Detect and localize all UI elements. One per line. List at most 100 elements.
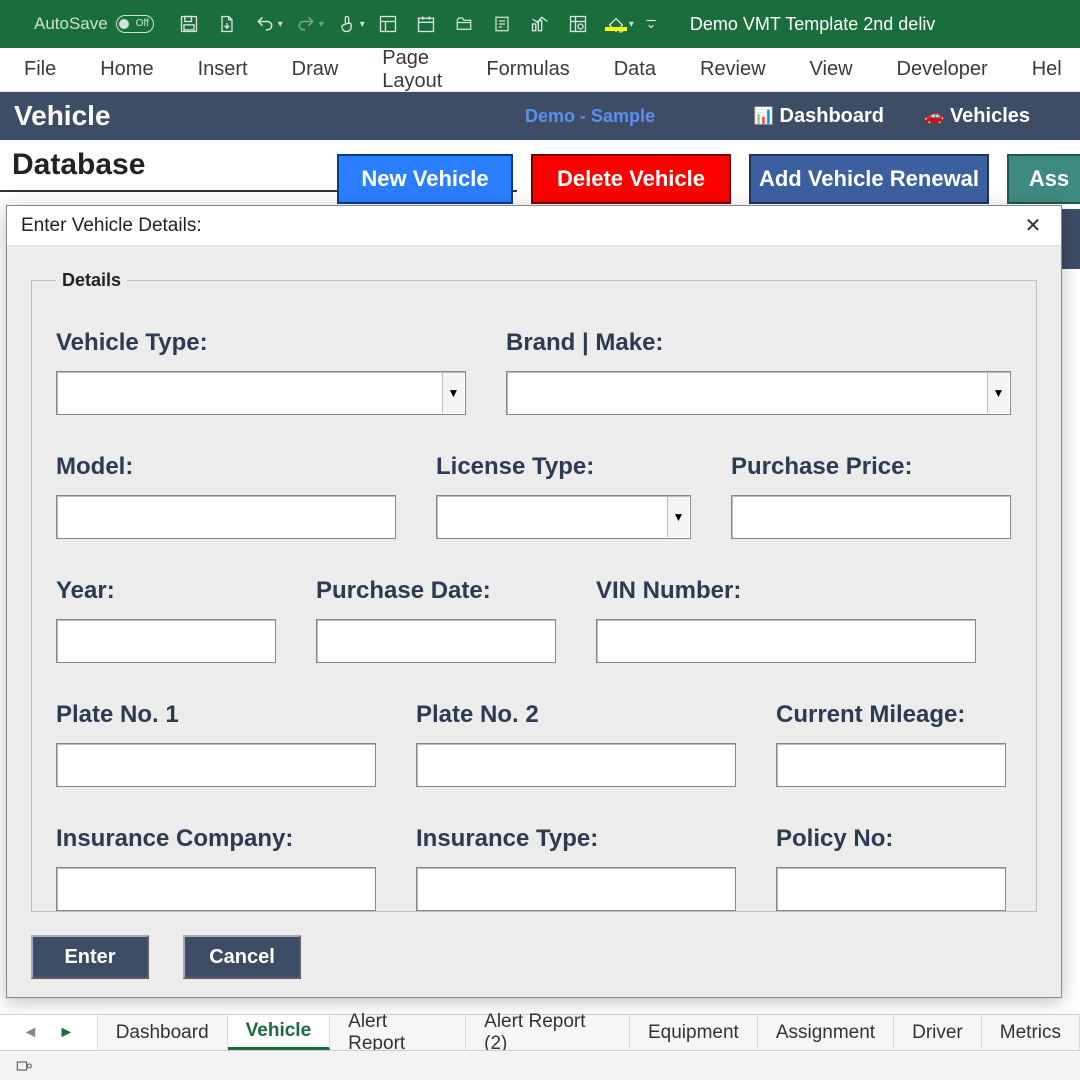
cancel-button[interactable]: Cancel bbox=[183, 935, 301, 979]
fill-color-icon[interactable] bbox=[599, 8, 633, 40]
label-model: Model: bbox=[56, 453, 396, 481]
label-plate2: Plate No. 2 bbox=[416, 701, 736, 729]
sheet-tab-assignment[interactable]: Assignment bbox=[758, 1015, 894, 1050]
sample-label: Demo - Sample bbox=[525, 106, 655, 127]
app-nav: Demo - Sample 📊Dashboard 🚗Vehicles bbox=[517, 92, 1080, 140]
label-mileage: Current Mileage: bbox=[776, 701, 1006, 729]
document-title: Demo VMT Template 2nd deliv bbox=[690, 14, 935, 35]
macro-record-icon[interactable] bbox=[14, 1058, 34, 1074]
app-header: Vehicle Demo - Sample 📊Dashboard 🚗Vehicl… bbox=[0, 92, 1080, 140]
overflow-icon[interactable] bbox=[640, 8, 662, 40]
close-icon[interactable]: ✕ bbox=[1019, 212, 1047, 240]
ribbon-tab-formulas[interactable]: Formulas bbox=[464, 48, 591, 91]
label-policy-no: Policy No: bbox=[776, 825, 1006, 853]
app-title-line2: Database bbox=[12, 148, 145, 182]
sheet-tab-driver[interactable]: Driver bbox=[894, 1015, 982, 1050]
sheet-nav[interactable]: ◄► bbox=[0, 1015, 98, 1050]
ribbon-tab-data[interactable]: Data bbox=[592, 48, 678, 91]
vehicles-icon: 🚗 bbox=[924, 106, 944, 126]
label-license-type: License Type: bbox=[436, 453, 691, 481]
chart-combo-icon[interactable] bbox=[523, 8, 557, 40]
vin-input[interactable] bbox=[596, 619, 976, 663]
brand-make-combo[interactable] bbox=[506, 371, 1011, 415]
sheet-tab-metrics[interactable]: Metrics bbox=[982, 1015, 1080, 1050]
plate1-input[interactable] bbox=[56, 743, 376, 787]
autosave-toggle[interactable]: AutoSave Off bbox=[34, 14, 154, 34]
sheet-tab-alert-report[interactable]: Alert Report bbox=[330, 1015, 466, 1050]
add-renewal-button[interactable]: Add Vehicle Renewal bbox=[749, 154, 989, 204]
save-icon[interactable] bbox=[172, 8, 206, 40]
properties-icon[interactable] bbox=[485, 8, 519, 40]
ribbon-tab-file[interactable]: File bbox=[0, 48, 78, 91]
chevron-down-icon[interactable]: ▼ bbox=[667, 497, 689, 537]
sheet-tab-alert-report-2[interactable]: Alert Report (2) bbox=[466, 1015, 630, 1050]
redo-icon[interactable] bbox=[289, 8, 323, 40]
label-ins-type: Insurance Type: bbox=[416, 825, 736, 853]
nav-vehicles[interactable]: 🚗Vehicles bbox=[924, 105, 1030, 128]
sheet-next-icon[interactable]: ► bbox=[58, 1024, 74, 1042]
chevron-down-icon[interactable]: ▼ bbox=[987, 373, 1009, 413]
dialog-button-row: Enter Cancel bbox=[31, 935, 301, 979]
dashboard-icon: 📊 bbox=[754, 106, 774, 126]
ribbon-tab-page-layout[interactable]: Page Layout bbox=[360, 48, 464, 91]
plate2-input[interactable] bbox=[416, 743, 736, 787]
label-plate1: Plate No. 1 bbox=[56, 701, 376, 729]
policy-no-input[interactable] bbox=[776, 867, 1006, 911]
dropdown-arrow-icon[interactable]: ▾ bbox=[629, 19, 634, 30]
sheet-tab-dashboard[interactable]: Dashboard bbox=[98, 1015, 228, 1050]
dropdown-arrow-icon[interactable]: ▾ bbox=[278, 19, 283, 30]
label-purchase-date: Purchase Date: bbox=[316, 577, 556, 605]
pivot-icon[interactable] bbox=[561, 8, 595, 40]
chevron-down-icon[interactable]: ▼ bbox=[442, 373, 464, 413]
purchase-price-input[interactable] bbox=[731, 495, 1011, 539]
ins-type-input[interactable] bbox=[416, 867, 736, 911]
new-vehicle-button[interactable]: New Vehicle bbox=[337, 154, 513, 204]
sheet-tab-bar: ◄► Dashboard Vehicle Alert Report Alert … bbox=[0, 1014, 1080, 1050]
form-icon[interactable] bbox=[371, 8, 405, 40]
sheet-tab-equipment[interactable]: Equipment bbox=[630, 1015, 758, 1050]
ribbon-tab-developer[interactable]: Developer bbox=[875, 48, 1010, 91]
label-ins-company: Insurance Company: bbox=[56, 825, 376, 853]
label-purchase-price: Purchase Price: bbox=[731, 453, 1011, 481]
label-vehicle-type: Vehicle Type: bbox=[56, 329, 466, 357]
model-input[interactable] bbox=[56, 495, 396, 539]
label-vin: VIN Number: bbox=[596, 577, 976, 605]
purchase-date-input[interactable] bbox=[316, 619, 556, 663]
export-icon[interactable] bbox=[210, 8, 244, 40]
ribbon-tab-draw[interactable]: Draw bbox=[270, 48, 361, 91]
sheet-tab-vehicle[interactable]: Vehicle bbox=[228, 1015, 331, 1050]
ins-company-input[interactable] bbox=[56, 867, 376, 911]
delete-vehicle-button[interactable]: Delete Vehicle bbox=[531, 154, 731, 204]
dropdown-arrow-icon[interactable]: ▾ bbox=[319, 19, 324, 30]
ribbon-tabs: File Home Insert Draw Page Layout Formul… bbox=[0, 48, 1080, 92]
enter-button[interactable]: Enter bbox=[31, 935, 149, 979]
calendar-icon[interactable] bbox=[409, 8, 443, 40]
label-year: Year: bbox=[56, 577, 276, 605]
folder-open-icon[interactable] bbox=[447, 8, 481, 40]
dialog-header: Enter Vehicle Details: ✕ bbox=[7, 206, 1061, 246]
year-input[interactable] bbox=[56, 619, 276, 663]
ribbon-tab-review[interactable]: Review bbox=[678, 48, 788, 91]
sheet-prev-icon[interactable]: ◄ bbox=[23, 1024, 39, 1042]
title-bar: AutoSave Off ▾ ▾ ▾ ▾ Demo VMT Template 2… bbox=[0, 0, 1080, 48]
assign-button[interactable]: Ass bbox=[1007, 154, 1080, 204]
undo-icon[interactable] bbox=[248, 8, 282, 40]
license-type-combo[interactable] bbox=[436, 495, 691, 539]
details-fieldset: Details Vehicle Type: ▼ Brand | Make: ▼ … bbox=[31, 270, 1037, 912]
details-legend: Details bbox=[56, 270, 127, 291]
touch-mode-icon[interactable] bbox=[330, 8, 364, 40]
toggle-switch-icon: Off bbox=[116, 15, 154, 33]
action-buttons: New Vehicle Delete Vehicle Add Vehicle R… bbox=[337, 154, 1080, 204]
vehicle-type-combo[interactable] bbox=[56, 371, 466, 415]
ribbon-tab-view[interactable]: View bbox=[788, 48, 875, 91]
mileage-input[interactable] bbox=[776, 743, 1006, 787]
app-title-line1: Vehicle bbox=[0, 92, 517, 140]
label-brand-make: Brand | Make: bbox=[506, 329, 1011, 357]
dropdown-arrow-icon[interactable]: ▾ bbox=[360, 19, 365, 30]
status-bar bbox=[0, 1050, 1080, 1080]
ribbon-tab-home[interactable]: Home bbox=[78, 48, 175, 91]
nav-dashboard[interactable]: 📊Dashboard bbox=[754, 105, 884, 128]
ribbon-tab-help[interactable]: Hel bbox=[1010, 48, 1080, 91]
ribbon-tab-insert[interactable]: Insert bbox=[176, 48, 270, 91]
dialog-title: Enter Vehicle Details: bbox=[21, 215, 202, 237]
